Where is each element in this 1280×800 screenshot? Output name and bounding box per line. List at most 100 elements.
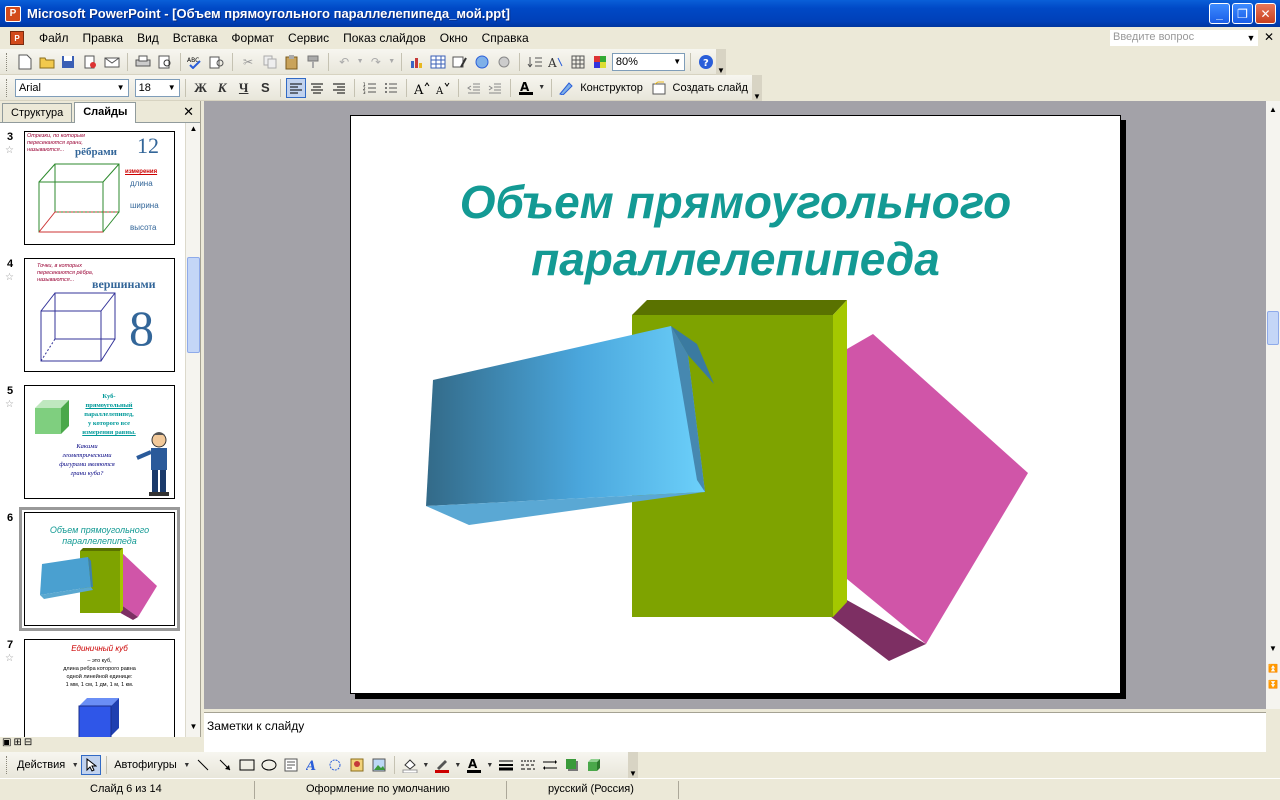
close-panel-icon[interactable]: ✕ (183, 104, 194, 120)
spelling-icon[interactable]: ABC (186, 52, 206, 72)
cut-icon[interactable]: ✂ (238, 52, 258, 72)
notes-pane[interactable]: Заметки к слайду (204, 712, 1266, 752)
chevron-down-icon[interactable]: ▼ (670, 54, 684, 70)
new-icon[interactable] (15, 52, 35, 72)
current-slide[interactable]: Объем прямоугольного параллелепипеда (350, 115, 1121, 694)
menu-file[interactable]: Файл (32, 28, 76, 48)
slide-thumbnail-4[interactable]: 4 ☆ Точки, в которых пересекаются рёбра,… (0, 258, 186, 376)
menu-help[interactable]: Справка (475, 28, 536, 48)
toolbar-grip[interactable] (6, 52, 9, 71)
copy-icon[interactable] (260, 52, 280, 72)
permission-icon[interactable] (80, 52, 100, 72)
chevron-down-icon[interactable]: ▼ (165, 80, 179, 96)
scrollbar-thumb[interactable] (187, 257, 200, 353)
decrease-font-size-icon[interactable]: A (434, 78, 454, 98)
line-icon[interactable] (193, 755, 213, 775)
shadow-button[interactable]: S (255, 78, 275, 98)
wordart-icon[interactable]: A (303, 755, 323, 775)
menu-tools[interactable]: Сервис (281, 28, 336, 48)
show-formatting-icon[interactable] (525, 52, 545, 72)
textbox-icon[interactable] (281, 755, 301, 775)
show-grid-icon[interactable] (568, 52, 588, 72)
slide-scrollbar[interactable]: ▲ ▼ ⏫ ⏬ (1266, 101, 1280, 709)
slides-scrollbar[interactable]: ▲ ▼ (185, 123, 200, 737)
scrollbar-thumb[interactable] (1267, 311, 1279, 345)
align-center-icon[interactable] (308, 78, 328, 98)
font-color-icon[interactable]: A (516, 78, 536, 98)
slide-thumbnail-3[interactable]: 3 ☆ Отрезки, по которым пересекаются гра… (0, 131, 186, 249)
slide-preview[interactable]: Единичный куб – это куб, длина ребра кот… (24, 639, 175, 737)
slide-preview[interactable]: Отрезки, по которым пересекаются грани, … (24, 131, 175, 245)
expand-all-icon[interactable] (494, 52, 514, 72)
arrow-icon[interactable] (215, 755, 235, 775)
designer-button[interactable]: Конструктор (578, 82, 647, 94)
clipart-icon[interactable] (347, 755, 367, 775)
arrow-style-icon[interactable] (540, 755, 560, 775)
slide-sorter-icon[interactable]: ⊞ (13, 737, 21, 751)
scroll-up-icon[interactable]: ▲ (187, 124, 200, 138)
email-icon[interactable] (102, 52, 122, 72)
redo-dropdown-icon[interactable]: ▼ (388, 52, 396, 72)
oval-icon[interactable] (259, 755, 279, 775)
3d-style-icon[interactable] (584, 755, 604, 775)
slide-preview-selected[interactable]: Объем прямоугольного параллелепипеда (19, 507, 180, 631)
font-size-select[interactable]: 18 ▼ (134, 78, 180, 97)
toolbar-options-icon[interactable]: ▼ (716, 49, 726, 75)
autoshapes-menu[interactable]: Автофигуры (112, 759, 181, 771)
line-color-icon[interactable] (432, 755, 452, 775)
toolbar-grip[interactable] (6, 756, 9, 774)
slide-thumbnail-6[interactable]: 6 Объем прямоугольного параллелепипеда (0, 507, 186, 631)
menu-format[interactable]: Формат (224, 28, 281, 48)
document-icon[interactable]: P (10, 31, 24, 45)
help-question-input[interactable]: Введите вопрос (1110, 30, 1258, 46)
fill-color-icon[interactable] (400, 755, 420, 775)
insert-picture-icon[interactable] (369, 755, 389, 775)
slideshow-icon[interactable]: ⊟ (24, 737, 32, 751)
tab-outline[interactable]: Структура (2, 103, 73, 122)
next-slide-icon[interactable]: ⏬ (1267, 677, 1279, 691)
open-icon[interactable] (37, 52, 57, 72)
align-right-icon[interactable] (329, 78, 349, 98)
font-select[interactable]: Arial ▼ (14, 78, 129, 97)
increase-font-size-icon[interactable]: A (412, 78, 432, 98)
chevron-down-icon[interactable]: ▼ (454, 755, 462, 775)
previous-slide-icon[interactable]: ⏫ (1267, 661, 1279, 675)
menu-insert[interactable]: Вставка (166, 28, 225, 48)
underline-button[interactable]: Ч (234, 78, 254, 98)
scroll-up-icon[interactable]: ▲ (1267, 102, 1279, 116)
research-icon[interactable] (207, 52, 227, 72)
document-close-icon[interactable]: ✕ (1264, 30, 1274, 44)
rectangle-icon[interactable] (237, 755, 257, 775)
scroll-down-icon[interactable]: ▼ (187, 722, 200, 736)
format-painter-icon[interactable] (304, 52, 324, 72)
chevron-down-icon[interactable]: ▼ (114, 80, 128, 96)
undo-icon[interactable]: ↶ (334, 52, 354, 72)
print-preview-icon[interactable] (155, 52, 175, 72)
actions-menu[interactable]: Действия (15, 759, 69, 771)
slide-title[interactable]: Объем прямоугольного параллелепипеда (351, 174, 1120, 288)
restore-button[interactable]: ❐ (1232, 3, 1253, 24)
shadow-style-icon[interactable] (562, 755, 582, 775)
line-style-icon[interactable] (496, 755, 516, 775)
print-icon[interactable] (133, 52, 153, 72)
slide-preview[interactable]: Куб- прямоугольный параллелепипед, у кот… (24, 385, 175, 499)
bullets-icon[interactable] (381, 78, 401, 98)
align-left-icon[interactable] (286, 77, 306, 98)
redo-icon[interactable]: ↷ (366, 52, 386, 72)
new-slide-icon[interactable] (649, 78, 669, 98)
italic-button[interactable]: К (212, 78, 232, 98)
toolbar-options-icon[interactable]: ▼ (752, 75, 762, 101)
powerpoint-icon[interactable]: P (5, 5, 21, 22)
menu-view[interactable]: Вид (130, 28, 166, 48)
select-objects-icon[interactable] (81, 755, 102, 775)
menu-edit[interactable]: Правка (76, 28, 131, 48)
tables-borders-icon[interactable] (450, 52, 470, 72)
minimize-button[interactable]: _ (1209, 3, 1230, 24)
insert-table-icon[interactable] (429, 52, 449, 72)
tab-slides[interactable]: Слайды (74, 102, 137, 123)
slide-thumbnail-5[interactable]: 5 ☆ Куб- прямоугольный параллелепипед, у… (0, 385, 186, 503)
font-size-icon[interactable]: A (546, 52, 566, 72)
menu-window[interactable]: Окно (433, 28, 475, 48)
diagram-icon[interactable] (325, 755, 345, 775)
toolbar-options-icon[interactable]: ▼ (628, 752, 638, 778)
